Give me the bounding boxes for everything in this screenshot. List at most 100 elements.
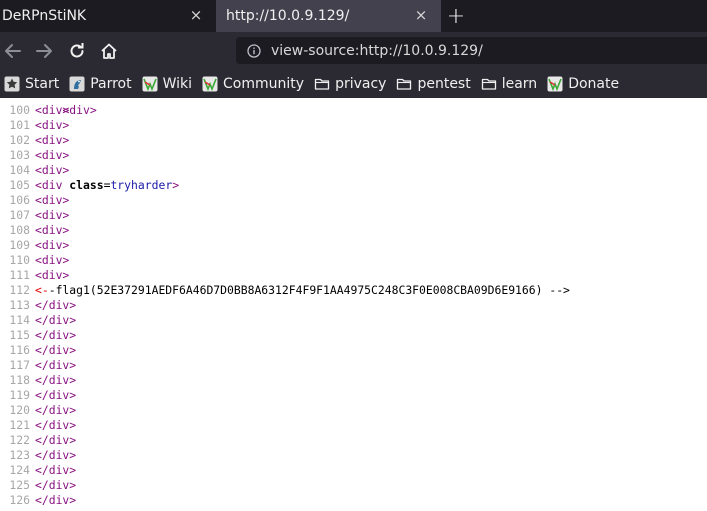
source-line: 112 <--flag1(52E37291AEDF6A46D7D0BB8A6312… xyxy=(0,283,570,298)
source-line: 126 </div> xyxy=(0,493,76,508)
source-code: <div> xyxy=(35,133,70,147)
source-code: <div> xyxy=(35,253,70,267)
source-code: </div> xyxy=(35,493,77,507)
line-number: 113 xyxy=(9,298,30,312)
line-number: 119 xyxy=(9,388,30,402)
source-code: </div> xyxy=(35,478,77,492)
source-code: </div> xyxy=(35,358,77,372)
source-code: <div> xyxy=(35,238,70,252)
source-line: 120 </div> xyxy=(0,403,76,418)
bookmark-folder-privacy[interactable]: privacy xyxy=(314,73,386,95)
line-number: 103 xyxy=(9,148,30,162)
source-code: </div> xyxy=(35,433,77,447)
line-number: 100 xyxy=(9,103,30,117)
parrot-icon xyxy=(69,76,85,92)
bookmark-parrot[interactable]: Parrot xyxy=(69,73,132,95)
line-number: 102 xyxy=(9,133,30,147)
bookmark-folder-pentest[interactable]: pentest xyxy=(396,73,471,95)
source-code: <div> xyxy=(35,103,70,117)
line-number: 105 xyxy=(9,178,30,192)
source-code: <div> xyxy=(35,223,70,237)
close-tab-icon[interactable]: × xyxy=(413,7,429,23)
source-line: 122 </div> xyxy=(0,433,76,448)
tab-current[interactable]: http://10.0.9.129/ × xyxy=(216,0,441,32)
folder-icon xyxy=(314,76,330,92)
tab-title: DeRPnStiNK xyxy=(2,8,87,24)
bookmark-community[interactable]: Community xyxy=(202,73,304,95)
source-line: 118 </div> xyxy=(0,373,76,388)
line-number: 101 xyxy=(9,118,30,132)
source-line: 106 <div> xyxy=(0,193,69,208)
line-number: 108 xyxy=(9,223,30,237)
source-code: <div> xyxy=(35,163,70,177)
source-code: <div> xyxy=(35,208,70,222)
source-line: 109 <div> xyxy=(0,238,69,253)
forward-arrow-icon[interactable] xyxy=(33,40,55,62)
bookmark-label: learn xyxy=(501,75,538,92)
line-number: 120 xyxy=(9,403,30,417)
tab-title: http://10.0.9.129/ xyxy=(226,8,350,24)
source-line: 103 <div> xyxy=(0,148,69,163)
bookmark-label: Donate xyxy=(568,75,620,92)
reload-icon[interactable] xyxy=(66,40,88,62)
line-number: 124 xyxy=(9,463,30,477)
star-icon xyxy=(4,76,20,92)
close-tab-icon[interactable]: × xyxy=(188,7,204,23)
folder-icon xyxy=(481,76,497,92)
bookmark-label: Wiki xyxy=(162,75,193,92)
source-code: <div> xyxy=(35,118,70,132)
bookmark-start[interactable]: Start xyxy=(4,73,59,95)
source-code: <div class=tryharder> xyxy=(35,178,180,192)
bookmark-donate[interactable]: Donate xyxy=(547,73,619,95)
bookmark-label: Start xyxy=(25,75,60,92)
source-line: 102 <div> xyxy=(0,133,69,148)
source-code: <--flag1(52E37291AEDF6A46D7D0BB8A6312F4F… xyxy=(35,283,570,297)
source-line: 124 </div> xyxy=(0,463,76,478)
source-line: 125 </div> xyxy=(0,478,76,493)
source-line: 114 </div> xyxy=(0,313,76,328)
source-line: 119 </div> xyxy=(0,388,76,403)
bookmark-folder-learn[interactable]: learn xyxy=(481,73,537,95)
source-line: 110 <div> xyxy=(0,253,69,268)
tab-strip: DeRPnStiNK × http://10.0.9.129/ × + xyxy=(0,0,707,32)
line-number: 107 xyxy=(9,208,30,222)
folder-icon xyxy=(396,76,412,92)
bookmark-label: Community xyxy=(223,75,305,92)
line-number: 118 xyxy=(9,373,30,387)
source-code: </div> xyxy=(35,328,77,342)
source-line: 108 <div> xyxy=(0,223,69,238)
source-code: </div> xyxy=(35,298,77,312)
line-number: 106 xyxy=(9,193,30,207)
source-line: 104 <div> xyxy=(0,163,69,178)
line-number: 114 xyxy=(9,313,30,327)
page-info-icon[interactable] xyxy=(245,42,263,60)
bookmarks-toolbar: Start Parrot Wiki Community privacy pent… xyxy=(0,69,707,98)
source-code: <div> xyxy=(35,148,70,162)
line-number: 125 xyxy=(9,478,30,492)
source-code: </div> xyxy=(35,313,77,327)
url-text: view-source:http://10.0.9.129/ xyxy=(271,42,483,59)
source-line: 116 </div> xyxy=(0,343,76,358)
bookmark-label: Parrot xyxy=(90,75,132,92)
line-number: 122 xyxy=(9,433,30,447)
bookmark-label: privacy xyxy=(335,75,387,92)
address-bar[interactable]: view-source:http://10.0.9.129/ xyxy=(236,37,707,64)
line-number: 115 xyxy=(9,328,30,342)
source-code: </div> xyxy=(35,403,77,417)
view-source-content: <div> 100 <div> 101 <div> 102 <div> 103 <div> 10… xyxy=(0,98,707,511)
source-line: 105 <div class=tryharder> xyxy=(0,178,179,193)
source-line: 111 <div> xyxy=(0,268,69,283)
line-number: 112 xyxy=(9,283,30,297)
source-code: </div> xyxy=(35,418,77,432)
source-code: </div> xyxy=(35,463,77,477)
tab-derpnstink[interactable]: DeRPnStiNK × xyxy=(0,0,216,32)
home-icon[interactable] xyxy=(98,40,120,62)
line-number: 109 xyxy=(9,238,30,252)
source-line: 113 </div> xyxy=(0,298,76,313)
bookmark-wiki[interactable]: Wiki xyxy=(142,73,192,95)
source-line: 107 <div> xyxy=(0,208,69,223)
line-number: 123 xyxy=(9,448,30,462)
new-tab-button[interactable]: + xyxy=(441,0,471,32)
source-line: 115 </div> xyxy=(0,328,76,343)
back-arrow-icon[interactable] xyxy=(2,40,24,62)
